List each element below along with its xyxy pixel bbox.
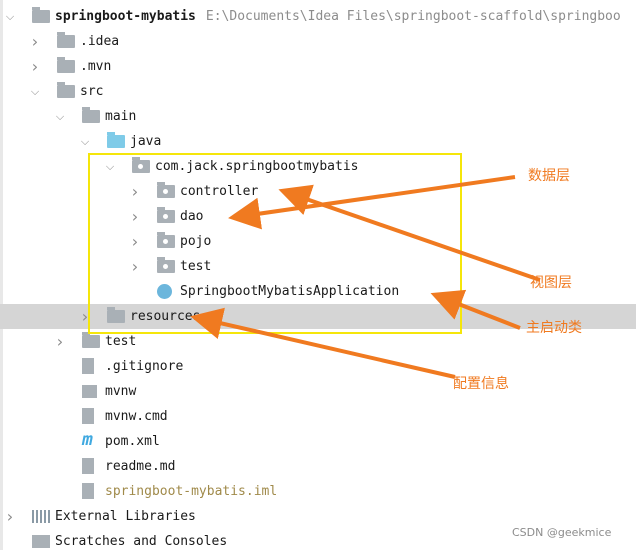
annotation-view-layer: 视图层 — [530, 275, 572, 291]
arrow-to-application — [430, 289, 521, 330]
annotation-data-layer: 数据层 — [528, 168, 570, 184]
annotation-main-class: 主启动类 — [526, 320, 582, 336]
annotation-config: 配置信息 — [453, 376, 509, 392]
arrow-to-controller — [278, 184, 541, 282]
watermark: CSDN @geekmice — [512, 526, 612, 539]
arrow-to-resources — [190, 307, 456, 379]
arrow-to-dao — [228, 175, 516, 230]
